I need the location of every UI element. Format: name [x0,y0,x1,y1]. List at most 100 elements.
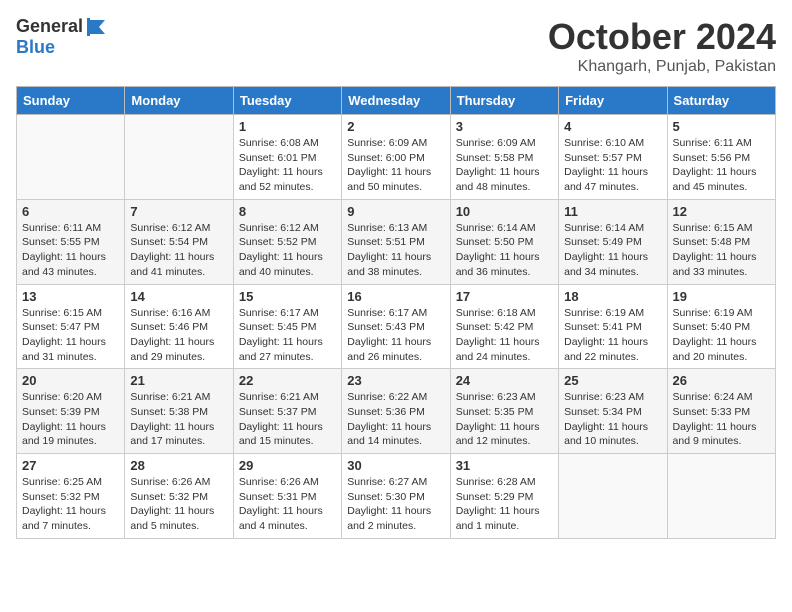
calendar-cell: 24Sunrise: 6:23 AMSunset: 5:35 PMDayligh… [450,369,558,454]
cell-info: Sunrise: 6:13 AMSunset: 5:51 PMDaylight:… [347,221,444,280]
calendar-cell: 6 Sunrise: 6:11 AMSunset: 5:55 PMDaylight… [17,199,125,284]
cell-info: Sunrise: 6:27 AMSunset: 5:30 PMDaylight:… [347,475,444,534]
title-area: October 2024 Khangarh, Punjab, Pakistan [548,16,776,76]
cell-info: Sunrise: 6:28 AMSunset: 5:29 PMDaylight:… [456,475,553,534]
logo: General Blue [16,16,107,58]
calendar-header-row: SundayMondayTuesdayWednesdayThursdayFrid… [17,87,776,115]
cell-info: Sunrise: 6:20 AMSunset: 5:39 PMDaylight:… [22,390,119,449]
calendar-cell: 18 Sunrise: 6:19 AMSunset: 5:41 PMDayligh… [559,284,667,369]
calendar-cell: 5Sunrise: 6:11 AMSunset: 5:56 PMDaylight… [667,115,775,200]
calendar-week-row: 13Sunrise: 6:15 AMSunset: 5:47 PMDayligh… [17,284,776,369]
location-subtitle: Khangarh, Punjab, Pakistan [548,58,776,76]
calendar-cell: 31 Sunrise: 6:28 AMSunset: 5:29 PMDayligh… [450,454,558,539]
calendar-table: SundayMondayTuesdayWednesdayThursdayFrid… [16,86,776,539]
cell-info: Sunrise: 6:11 AMSunset: 5:55 PMDaylight:… [22,221,119,280]
day-number: 15 [239,289,336,304]
cell-info: Sunrise: 6:15 AMSunset: 5:47 PMDaylight:… [22,306,119,365]
day-number: 12 [673,204,770,219]
cell-info: Sunrise: 6:17 AMSunset: 5:43 PMDaylight:… [347,306,444,365]
cell-info: Sunrise: 6:12 AMSunset: 5:52 PMDaylight:… [239,221,336,280]
header-sunday: Sunday [17,87,125,115]
day-number: 7 [130,204,227,219]
logo-blue-text: Blue [16,37,55,57]
cell-info: Sunrise: 6:19 AMSunset: 5:40 PMDaylight:… [673,306,770,365]
calendar-cell: 29Sunrise: 6:26 AMSunset: 5:31 PMDayligh… [233,454,341,539]
day-number: 17 [456,289,553,304]
day-number: 27 [22,458,119,473]
calendar-cell: 8 Sunrise: 6:12 AMSunset: 5:52 PMDaylight… [233,199,341,284]
cell-info: Sunrise: 6:16 AMSunset: 5:46 PMDaylight:… [130,306,227,365]
day-number: 21 [130,373,227,388]
calendar-cell: 1 Sunrise: 6:08 AMSunset: 6:01 PMDaylight… [233,115,341,200]
calendar-cell: 22 Sunrise: 6:21 AMSunset: 5:37 PMDayligh… [233,369,341,454]
day-number: 26 [673,373,770,388]
header-thursday: Thursday [450,87,558,115]
cell-info: Sunrise: 6:09 AMSunset: 6:00 PMDaylight:… [347,136,444,195]
header-friday: Friday [559,87,667,115]
day-number: 19 [673,289,770,304]
cell-info: Sunrise: 6:23 AMSunset: 5:34 PMDaylight:… [564,390,661,449]
calendar-cell: 27Sunrise: 6:25 AMSunset: 5:32 PMDayligh… [17,454,125,539]
day-number: 23 [347,373,444,388]
cell-info: Sunrise: 6:09 AMSunset: 5:58 PMDaylight:… [456,136,553,195]
calendar-cell: 20 Sunrise: 6:20 AMSunset: 5:39 PMDayligh… [17,369,125,454]
day-number: 29 [239,458,336,473]
day-number: 3 [456,119,553,134]
cell-info: Sunrise: 6:15 AMSunset: 5:48 PMDaylight:… [673,221,770,280]
day-number: 10 [456,204,553,219]
month-title: October 2024 [548,16,776,58]
cell-info: Sunrise: 6:19 AMSunset: 5:41 PMDaylight:… [564,306,661,365]
calendar-cell: 16Sunrise: 6:17 AMSunset: 5:43 PMDayligh… [342,284,450,369]
day-number: 22 [239,373,336,388]
page-header: General Blue October 2024 Khangarh, Punj… [16,16,776,76]
day-number: 14 [130,289,227,304]
calendar-cell [125,115,233,200]
day-number: 2 [347,119,444,134]
cell-info: Sunrise: 6:23 AMSunset: 5:35 PMDaylight:… [456,390,553,449]
calendar-cell: 13Sunrise: 6:15 AMSunset: 5:47 PMDayligh… [17,284,125,369]
calendar-cell: 9 Sunrise: 6:13 AMSunset: 5:51 PMDaylight… [342,199,450,284]
calendar-cell: 25 Sunrise: 6:23 AMSunset: 5:34 PMDayligh… [559,369,667,454]
calendar-cell: 19 Sunrise: 6:19 AMSunset: 5:40 PMDayligh… [667,284,775,369]
day-number: 20 [22,373,119,388]
cell-info: Sunrise: 6:21 AMSunset: 5:37 PMDaylight:… [239,390,336,449]
header-tuesday: Tuesday [233,87,341,115]
cell-info: Sunrise: 6:18 AMSunset: 5:42 PMDaylight:… [456,306,553,365]
day-number: 28 [130,458,227,473]
day-number: 9 [347,204,444,219]
calendar-cell: 17 Sunrise: 6:18 AMSunset: 5:42 PMDayligh… [450,284,558,369]
day-number: 31 [456,458,553,473]
day-number: 11 [564,204,661,219]
logo-flag-icon [85,18,107,36]
cell-info: Sunrise: 6:21 AMSunset: 5:38 PMDaylight:… [130,390,227,449]
calendar-cell: 15Sunrise: 6:17 AMSunset: 5:45 PMDayligh… [233,284,341,369]
day-number: 6 [22,204,119,219]
calendar-cell: 4Sunrise: 6:10 AMSunset: 5:57 PMDaylight… [559,115,667,200]
day-number: 18 [564,289,661,304]
cell-info: Sunrise: 6:14 AMSunset: 5:49 PMDaylight:… [564,221,661,280]
calendar-cell [559,454,667,539]
cell-info: Sunrise: 6:22 AMSunset: 5:36 PMDaylight:… [347,390,444,449]
calendar-cell: 28Sunrise: 6:26 AMSunset: 5:32 PMDayligh… [125,454,233,539]
calendar-cell: 2 Sunrise: 6:09 AMSunset: 6:00 PMDaylight… [342,115,450,200]
calendar-cell: 7 Sunrise: 6:12 AMSunset: 5:54 PMDaylight… [125,199,233,284]
calendar-week-row: 27Sunrise: 6:25 AMSunset: 5:32 PMDayligh… [17,454,776,539]
cell-info: Sunrise: 6:24 AMSunset: 5:33 PMDaylight:… [673,390,770,449]
calendar-week-row: 6 Sunrise: 6:11 AMSunset: 5:55 PMDaylight… [17,199,776,284]
calendar-cell [17,115,125,200]
day-number: 25 [564,373,661,388]
calendar-cell: 26 Sunrise: 6:24 AMSunset: 5:33 PMDayligh… [667,369,775,454]
cell-info: Sunrise: 6:12 AMSunset: 5:54 PMDaylight:… [130,221,227,280]
calendar-cell: 3 Sunrise: 6:09 AMSunset: 5:58 PMDaylight… [450,115,558,200]
cell-info: Sunrise: 6:14 AMSunset: 5:50 PMDaylight:… [456,221,553,280]
calendar-cell: 11 Sunrise: 6:14 AMSunset: 5:49 PMDayligh… [559,199,667,284]
calendar-cell: 30Sunrise: 6:27 AMSunset: 5:30 PMDayligh… [342,454,450,539]
calendar-cell: 10 Sunrise: 6:14 AMSunset: 5:50 PMDayligh… [450,199,558,284]
calendar-cell: 14 Sunrise: 6:16 AMSunset: 5:46 PMDayligh… [125,284,233,369]
header-saturday: Saturday [667,87,775,115]
header-monday: Monday [125,87,233,115]
day-number: 4 [564,119,661,134]
day-number: 1 [239,119,336,134]
cell-info: Sunrise: 6:08 AMSunset: 6:01 PMDaylight:… [239,136,336,195]
day-number: 8 [239,204,336,219]
